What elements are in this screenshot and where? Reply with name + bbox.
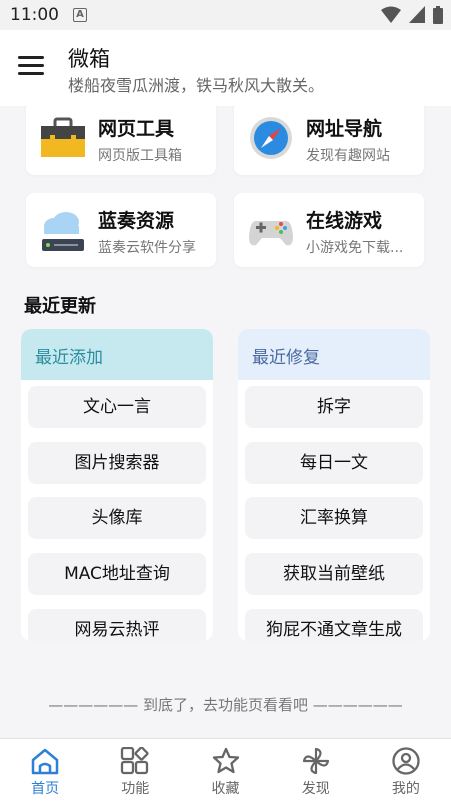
signal-icon [409, 6, 425, 23]
recently-added-header: 最近添加 [21, 329, 213, 380]
card-subtitle: 网页版工具箱 [98, 148, 182, 164]
recent-fixed-item[interactable]: 每日一文 [245, 442, 423, 484]
recent-added-item[interactable]: 图片搜索器 [28, 442, 206, 484]
status-indicators [381, 6, 443, 24]
status-bar: 11:00 A [0, 0, 451, 30]
section-title-recent: 最近更新 [24, 296, 96, 317]
nav-mine[interactable]: 我的 [361, 739, 451, 803]
menu-icon[interactable] [18, 56, 44, 78]
recent-added-item[interactable]: MAC地址查询 [28, 553, 206, 595]
card-title: 网址导航 [306, 118, 383, 140]
toolbox-icon [41, 117, 85, 157]
recent-added-item[interactable]: 文心一言 [28, 386, 206, 428]
recent-fixed-item[interactable]: 获取当前壁纸 [245, 553, 423, 595]
card-title: 在线游戏 [306, 210, 383, 232]
nav-favorites[interactable]: 收藏 [180, 739, 270, 803]
card-lanzou-resources[interactable]: 蓝奏资源 蓝奏云软件分享 [26, 193, 216, 267]
cloud-server-icon [42, 212, 84, 251]
recently-fixed-header: 最近修复 [238, 329, 430, 380]
recent-added-item[interactable]: 网易云热评 [28, 609, 206, 641]
bottom-nav: 首页 功能 收藏 发现 我的 [0, 738, 451, 803]
grid-icon [121, 747, 149, 775]
nav-features-label: 功能 [121, 781, 150, 797]
wifi-icon [381, 6, 401, 23]
star-icon [212, 747, 239, 774]
end-of-list-note: —————— 到底了，去功能页看看吧 —————— [48, 696, 403, 714]
compass-icon [250, 117, 292, 159]
recent-fixed-item[interactable]: 狗屁不通文章生成 [245, 609, 423, 641]
card-online-games[interactable]: 在线游戏 小游戏免下载... [234, 193, 424, 267]
card-subtitle: 蓝奏云软件分享 [98, 240, 196, 256]
card-web-tools[interactable]: 网页工具 网页版工具箱 [26, 101, 216, 175]
recently-added-panel: 最近添加 文心一言 图片搜索器 头像库 MAC地址查询 网易云热评 [21, 329, 213, 641]
card-subtitle: 发现有趣网站 [306, 148, 390, 164]
nav-home[interactable]: 首页 [0, 739, 90, 803]
card-subtitle: 小游戏免下载... [306, 240, 404, 256]
card-title: 网页工具 [98, 118, 175, 140]
recent-fixed-item[interactable]: 拆字 [245, 386, 423, 428]
user-icon [392, 747, 420, 775]
nav-features[interactable]: 功能 [90, 739, 180, 803]
nav-favorites-label: 收藏 [211, 781, 240, 797]
card-title: 蓝奏资源 [98, 210, 175, 232]
recent-fixed-item[interactable]: 汇率换算 [245, 497, 423, 539]
card-url-navigation[interactable]: 网址导航 发现有趣网站 [234, 101, 424, 175]
app-title: 微箱 [68, 47, 110, 71]
battery-icon [433, 6, 443, 24]
home-icon [31, 748, 59, 775]
app-subtitle: 楼船夜雪瓜洲渡，铁马秋风大散关。 [68, 76, 325, 95]
status-time: 11:00 [10, 5, 59, 25]
app-header: 微箱 楼船夜雪瓜洲渡，铁马秋风大散关。 [0, 30, 451, 106]
nav-discover[interactable]: 发现 [271, 739, 361, 803]
pinwheel-icon [302, 747, 329, 775]
recent-added-item[interactable]: 头像库 [28, 497, 206, 539]
gamepad-icon [249, 221, 293, 246]
recently-fixed-panel: 最近修复 拆字 每日一文 汇率换算 获取当前壁纸 狗屁不通文章生成 [238, 329, 430, 641]
nav-mine-label: 我的 [391, 781, 420, 797]
nav-home-label: 首页 [31, 781, 60, 797]
nav-discover-label: 发现 [301, 781, 330, 797]
notification-icon: A [73, 8, 87, 22]
